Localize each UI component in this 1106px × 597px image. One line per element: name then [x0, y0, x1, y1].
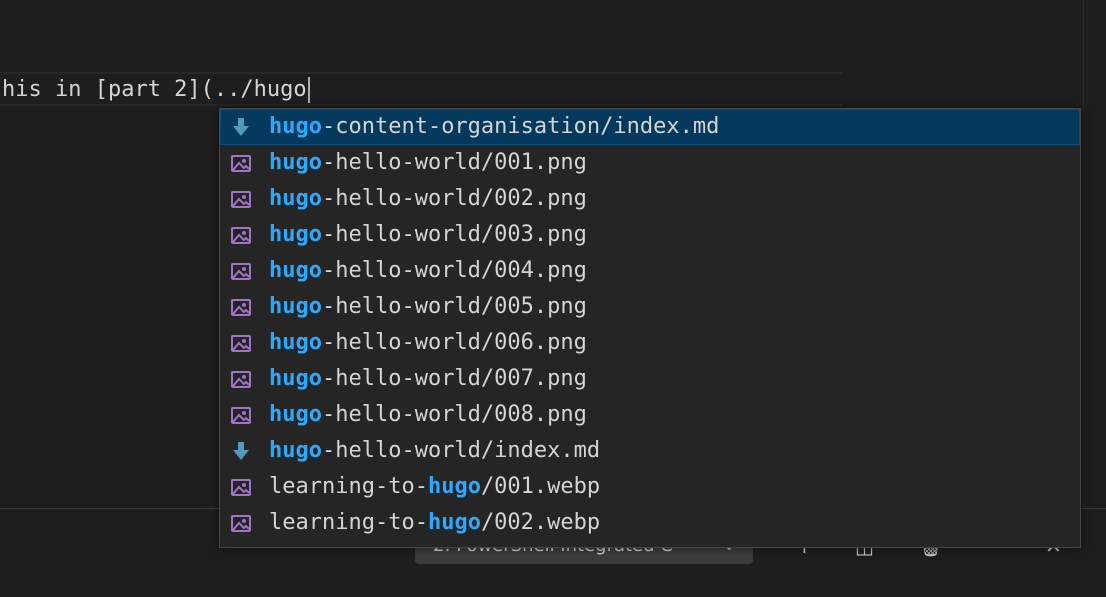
suggestion-match: hugo — [427, 474, 481, 499]
suggestion-label: hugo-content-organisation/index.md — [269, 109, 719, 145]
suggestion-label: learning-to-hugo/001.webp — [269, 469, 600, 505]
suggestion-suffix: /002.webp — [480, 510, 601, 535]
suggestion-match: hugo — [269, 150, 322, 175]
suggestion-item[interactable]: learning-to-hugo/002.webp — [220, 505, 1080, 541]
suggestion-suffix: -hello-world/008.png — [321, 402, 587, 427]
image-file-icon — [231, 191, 251, 208]
suggestion-item[interactable]: hugo-hello-world/index.md — [220, 433, 1080, 469]
suggestion-suffix: -hello-world/005.png — [321, 294, 587, 319]
code-line-text: his in [part 2](../hugo — [2, 77, 307, 102]
markdown-file-icon — [233, 118, 249, 136]
suggestion-item[interactable]: hugo-content-organisation/index.md — [220, 109, 1080, 145]
suggestion-item[interactable]: hugo-hello-world/001.png — [220, 145, 1080, 181]
suggestion-suffix: -hello-world/007.png — [321, 366, 587, 391]
suggestion-label: hugo-hello-world/004.png — [269, 253, 587, 289]
image-file-icon — [231, 371, 251, 388]
suggestion-match: hugo — [269, 222, 322, 247]
suggestion-label: learning-to-hugo/002.webp — [269, 505, 600, 541]
editor-scrollbar[interactable] — [1083, 0, 1106, 508]
suggestion-match: hugo — [269, 294, 322, 319]
suggestion-suffix: -content-organisation/index.md — [321, 114, 720, 139]
suggestion-match: hugo — [269, 366, 322, 391]
suggestion-match: hugo — [269, 258, 322, 283]
suggestion-suffix: -hello-world/006.png — [321, 330, 587, 355]
suggestion-match: hugo — [269, 330, 322, 355]
image-file-icon — [231, 407, 251, 424]
image-file-icon — [231, 335, 251, 352]
suggestion-item[interactable]: hugo-hello-world/003.png — [220, 217, 1080, 253]
suggestion-suffix: -hello-world/index.md — [321, 438, 601, 463]
suggestion-suffix: -hello-world/004.png — [321, 258, 587, 283]
suggestion-match: hugo — [269, 114, 322, 139]
suggestion-label: hugo-hello-world/005.png — [269, 289, 587, 325]
image-file-icon — [231, 155, 251, 172]
suggestion-match: hugo — [269, 402, 322, 427]
text-cursor — [307, 77, 310, 103]
suggestion-match: hugo — [269, 438, 322, 463]
image-file-icon — [231, 479, 251, 496]
suggestion-item[interactable]: hugo-hello-world/008.png — [220, 397, 1080, 433]
suggestion-item[interactable]: hugo-hello-world/007.png — [220, 361, 1080, 397]
suggestion-label: hugo-hello-world/003.png — [269, 217, 587, 253]
suggestion-label: hugo-hello-world/002.png — [269, 181, 587, 217]
suggestion-label: hugo-hello-world/007.png — [269, 361, 587, 397]
suggestion-label: hugo-hello-world/index.md — [269, 433, 600, 469]
suggestion-label: hugo-hello-world/008.png — [269, 397, 587, 433]
suggestion-item[interactable]: hugo-hello-world/002.png — [220, 181, 1080, 217]
code-line[interactable]: his in [part 2](../hugo — [2, 74, 310, 106]
suggestion-prefix: learning-to- — [269, 474, 428, 499]
suggestion-label: hugo-hello-world/001.png — [269, 145, 587, 181]
suggestion-item[interactable]: hugo-hello-world/004.png — [220, 253, 1080, 289]
suggestion-item[interactable]: hugo-hello-world/006.png — [220, 325, 1080, 361]
markdown-file-icon — [233, 442, 249, 460]
suggestion-label: hugo-hello-world/006.png — [269, 325, 587, 361]
suggestion-suffix: /001.webp — [480, 474, 601, 499]
suggestion-suffix: -hello-world/002.png — [321, 186, 587, 211]
suggestion-suffix: -hello-world/001.png — [321, 150, 587, 175]
image-file-icon — [231, 299, 251, 316]
suggestion-prefix: learning-to- — [269, 510, 428, 535]
image-file-icon — [231, 227, 251, 244]
image-file-icon — [231, 263, 251, 280]
suggestion-match: hugo — [427, 510, 481, 535]
suggestion-item[interactable]: hugo-hello-world/005.png — [220, 289, 1080, 325]
suggestion-item[interactable]: learning-to-hugo/001.webp — [220, 469, 1080, 505]
suggestion-match: hugo — [269, 186, 322, 211]
suggestion-widget: hugo-content-organisation/index.md hugo-h… — [219, 108, 1081, 548]
suggestion-suffix: -hello-world/003.png — [321, 222, 587, 247]
image-file-icon — [231, 515, 251, 532]
